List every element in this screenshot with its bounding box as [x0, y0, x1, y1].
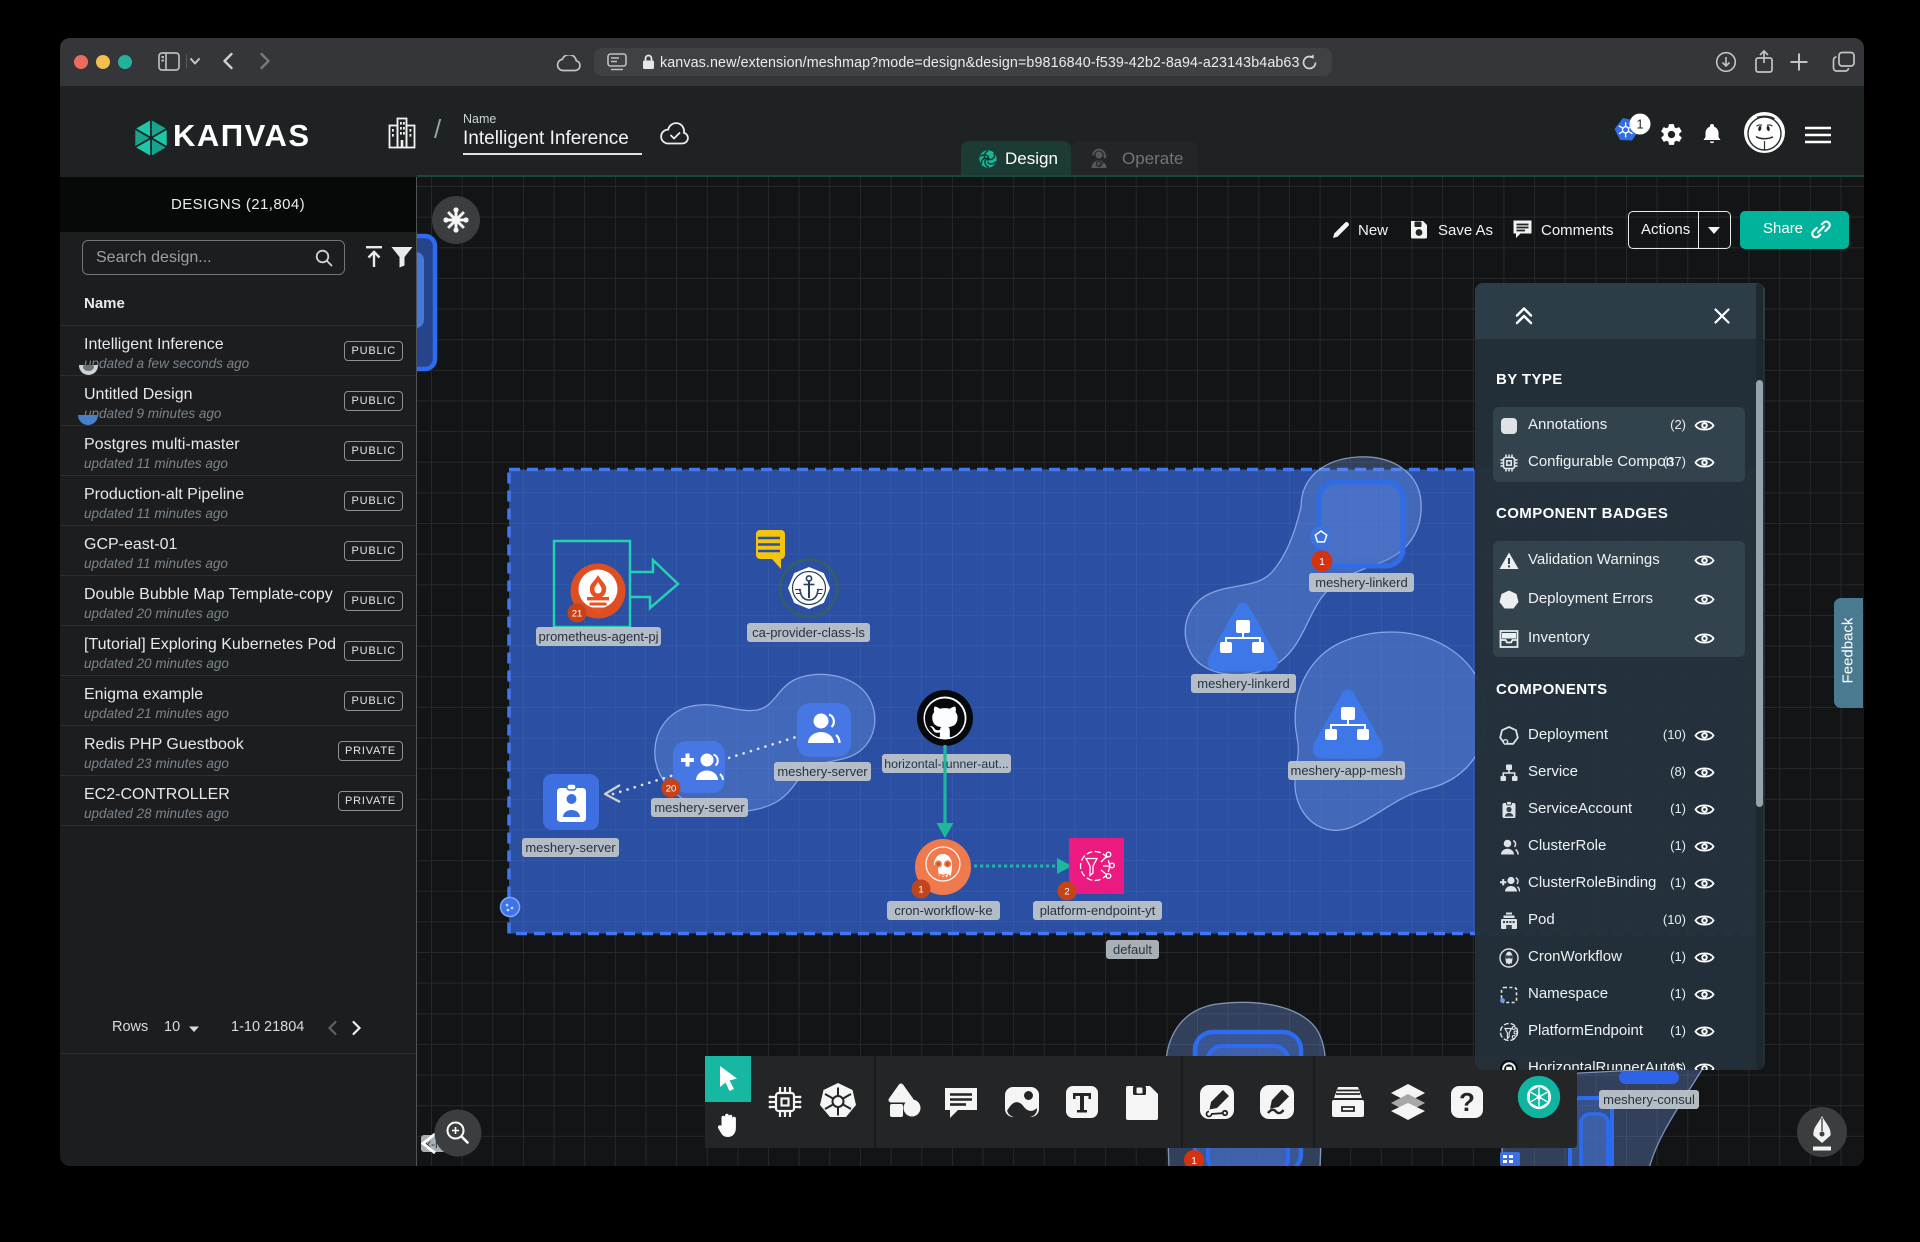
svg-text:1: 1	[1319, 556, 1325, 568]
svg-text:prometheus-agent-pj: prometheus-agent-pj	[539, 629, 659, 644]
svg-text:2: 2	[1064, 887, 1069, 898]
svg-text:meshery-consul: meshery-consul	[1603, 1092, 1695, 1107]
svg-text:ca-provider-class-ls: ca-provider-class-ls	[752, 625, 865, 640]
svg-text:cron-workflow-ke: cron-workflow-ke	[894, 903, 992, 918]
svg-text:21: 21	[572, 609, 583, 620]
svg-text:1: 1	[1191, 1156, 1197, 1166]
svg-text:1: 1	[1636, 117, 1643, 132]
svg-text:1: 1	[918, 885, 923, 896]
svg-text:meshery-server: meshery-server	[525, 840, 616, 855]
svg-text:meshery-server: meshery-server	[777, 764, 868, 779]
svg-text:?: ?	[1459, 1087, 1475, 1117]
svg-text:platform-endpoint-yt: platform-endpoint-yt	[1040, 903, 1156, 918]
svg-text:meshery-linkerd: meshery-linkerd	[1197, 676, 1289, 691]
svg-text:default: default	[1113, 942, 1152, 957]
svg-text:meshery-server: meshery-server	[654, 800, 745, 815]
svg-text:meshery-app-mesh: meshery-app-mesh	[1291, 763, 1403, 778]
svg-text:20: 20	[666, 784, 677, 795]
svg-text:meshery-linkerd: meshery-linkerd	[1315, 575, 1407, 590]
